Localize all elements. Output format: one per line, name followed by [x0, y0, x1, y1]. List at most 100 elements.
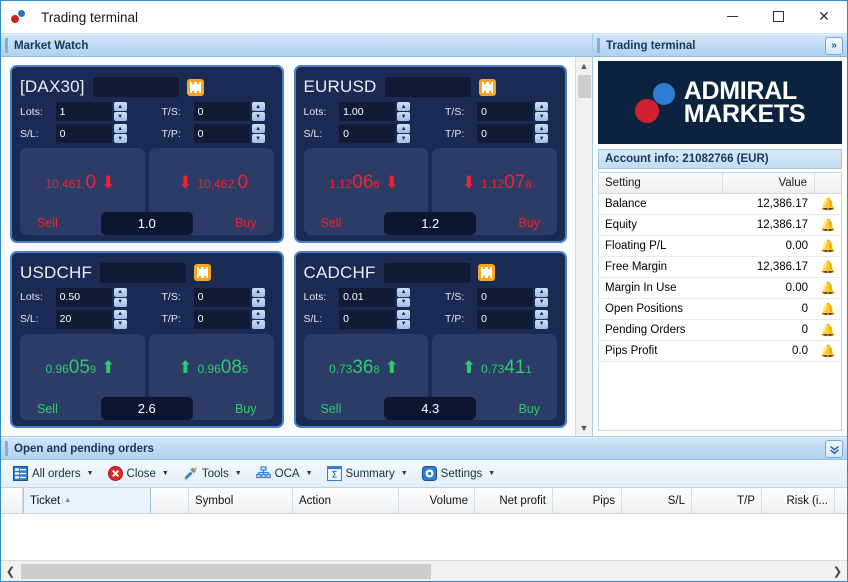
- stepper-up-icon[interactable]: ▲: [535, 124, 549, 133]
- column-header-blank[interactable]: [151, 488, 189, 513]
- lots-input[interactable]: 1.00: [339, 102, 396, 121]
- column-header-pips[interactable]: Pips: [553, 488, 622, 513]
- scrollbar-thumb[interactable]: [577, 75, 591, 98]
- column-header-net-profit[interactable]: Net profit: [475, 488, 553, 513]
- tp-input[interactable]: 0: [193, 309, 250, 329]
- close-button[interactable]: ✕: [801, 1, 847, 33]
- ts-input[interactable]: 0: [477, 102, 534, 121]
- stepper-up-icon[interactable]: ▲: [251, 287, 265, 297]
- column-header-value[interactable]: Value: [723, 173, 815, 193]
- stepper-up-icon[interactable]: ▲: [251, 124, 265, 133]
- stepper-down-icon[interactable]: ▼: [397, 112, 411, 121]
- symbol-comment-field[interactable]: [100, 262, 187, 283]
- stepper-down-icon[interactable]: ▼: [113, 112, 127, 121]
- symbol-panel[interactable]: EURUSD Lots: 1.00 ▲ ▼ T/S: 0 ▲ ▼ S/L: 0 …: [293, 65, 567, 243]
- ts-stepper[interactable]: ▲ ▼: [251, 287, 265, 307]
- stepper-up-icon[interactable]: ▲: [397, 102, 411, 111]
- scroll-right-icon[interactable]: ❯: [828, 562, 847, 581]
- stepper-up-icon[interactable]: ▲: [397, 287, 411, 297]
- symbol-comment-field[interactable]: [383, 262, 470, 283]
- column-header-symbol[interactable]: Symbol: [189, 488, 293, 513]
- sl-stepper[interactable]: ▲ ▼: [397, 124, 411, 143]
- orders-collapse-button[interactable]: [825, 440, 843, 458]
- scroll-down-icon[interactable]: ▼: [576, 419, 593, 436]
- sl-input[interactable]: 0: [55, 124, 112, 143]
- symbol-comment-field[interactable]: [384, 77, 471, 97]
- bell-icon[interactable]: 🔔: [821, 261, 836, 273]
- tp-input[interactable]: 0: [193, 124, 250, 143]
- bell-icon[interactable]: 🔔: [821, 345, 836, 357]
- table-row[interactable]: Margin In Use 0.00 🔔: [599, 278, 841, 299]
- sl-stepper[interactable]: ▲ ▼: [113, 124, 127, 143]
- expand-icon[interactable]: [478, 78, 496, 96]
- stepper-up-icon[interactable]: ▲: [535, 287, 549, 297]
- maximize-button[interactable]: [755, 1, 801, 33]
- stepper-down-icon[interactable]: ▼: [535, 297, 549, 307]
- stepper-up-icon[interactable]: ▲: [113, 309, 127, 319]
- expand-icon[interactable]: [186, 78, 204, 96]
- chevron-down-icon[interactable]: ▼: [401, 470, 408, 477]
- table-row[interactable]: Pips Profit 0.0 🔔: [599, 341, 841, 362]
- ts-input[interactable]: 0: [193, 287, 250, 307]
- ts-input[interactable]: 0: [193, 102, 250, 121]
- ts-stepper[interactable]: ▲ ▼: [535, 287, 549, 307]
- ts-stepper[interactable]: ▲ ▼: [535, 102, 549, 121]
- stepper-down-icon[interactable]: ▼: [251, 112, 265, 121]
- stepper-down-icon[interactable]: ▼: [251, 134, 265, 143]
- minimize-button[interactable]: [709, 1, 755, 33]
- scroll-left-icon[interactable]: ❮: [1, 562, 20, 581]
- stepper-down-icon[interactable]: ▼: [113, 319, 127, 329]
- ts-stepper[interactable]: ▲ ▼: [251, 102, 265, 121]
- lots-stepper[interactable]: ▲ ▼: [397, 102, 411, 121]
- column-header-ticket[interactable]: Ticket ▲: [23, 488, 151, 513]
- sl-input[interactable]: 0: [339, 124, 396, 143]
- bell-icon[interactable]: 🔔: [821, 198, 836, 210]
- column-header-setting[interactable]: Setting: [599, 173, 723, 193]
- ts-input[interactable]: 0: [477, 287, 534, 307]
- stepper-down-icon[interactable]: ▼: [397, 134, 411, 143]
- expand-icon[interactable]: [194, 264, 212, 281]
- chevron-down-icon[interactable]: ▼: [87, 470, 94, 477]
- scrollbar-thumb[interactable]: [21, 563, 431, 579]
- lots-stepper[interactable]: ▲ ▼: [113, 287, 127, 307]
- stepper-up-icon[interactable]: ▲: [113, 124, 127, 133]
- column-header-volume[interactable]: Volume: [399, 488, 475, 513]
- chevron-down-icon[interactable]: ▼: [488, 470, 495, 477]
- tp-stepper[interactable]: ▲ ▼: [251, 309, 265, 329]
- column-header-tp[interactable]: T/P: [692, 488, 762, 513]
- sl-stepper[interactable]: ▲ ▼: [397, 309, 411, 329]
- chevron-down-icon[interactable]: ▼: [235, 470, 242, 477]
- chevron-down-icon[interactable]: ▼: [306, 470, 313, 477]
- tp-input[interactable]: 0: [477, 124, 534, 143]
- stepper-down-icon[interactable]: ▼: [535, 112, 549, 121]
- lots-stepper[interactable]: ▲ ▼: [113, 102, 127, 121]
- sl-stepper[interactable]: ▲ ▼: [113, 309, 127, 329]
- stepper-down-icon[interactable]: ▼: [397, 297, 411, 307]
- stepper-up-icon[interactable]: ▲: [397, 309, 411, 319]
- oca-button[interactable]: OCA ▼: [250, 463, 319, 485]
- symbol-panel[interactable]: [DAX30] Lots: 1 ▲ ▼ T/S: 0 ▲ ▼ S/L: 0 ▲ …: [10, 65, 284, 243]
- summary-button[interactable]: Σ Summary ▼: [321, 463, 414, 485]
- close-button[interactable]: Close ▼: [102, 463, 175, 485]
- stepper-down-icon[interactable]: ▼: [535, 134, 549, 143]
- stepper-up-icon[interactable]: ▲: [251, 309, 265, 319]
- scroll-up-icon[interactable]: ▲: [576, 57, 593, 74]
- table-row[interactable]: Balance 12,386.17 🔔: [599, 194, 841, 215]
- column-header-action[interactable]: Action: [293, 488, 399, 513]
- symbol-panel[interactable]: USDCHF Lots: 0.50 ▲ ▼ T/S: 0 ▲ ▼ S/L: 20…: [10, 250, 284, 428]
- table-row[interactable]: Floating P/L 0.00 🔔: [599, 236, 841, 257]
- stepper-up-icon[interactable]: ▲: [397, 124, 411, 133]
- column-header-sl[interactable]: S/L: [622, 488, 692, 513]
- lots-input[interactable]: 1: [55, 102, 112, 121]
- tp-stepper[interactable]: ▲ ▼: [251, 124, 265, 143]
- stepper-down-icon[interactable]: ▼: [113, 297, 127, 307]
- all-orders-button[interactable]: All orders ▼: [7, 463, 100, 485]
- sl-input[interactable]: 20: [55, 309, 112, 329]
- bell-icon[interactable]: 🔔: [821, 303, 836, 315]
- tp-stepper[interactable]: ▲ ▼: [535, 309, 549, 329]
- stepper-down-icon[interactable]: ▼: [113, 134, 127, 143]
- stepper-down-icon[interactable]: ▼: [251, 297, 265, 307]
- column-header-select[interactable]: [1, 488, 23, 513]
- table-row[interactable]: Open Positions 0 🔔: [599, 299, 841, 320]
- tp-input[interactable]: 0: [477, 309, 534, 329]
